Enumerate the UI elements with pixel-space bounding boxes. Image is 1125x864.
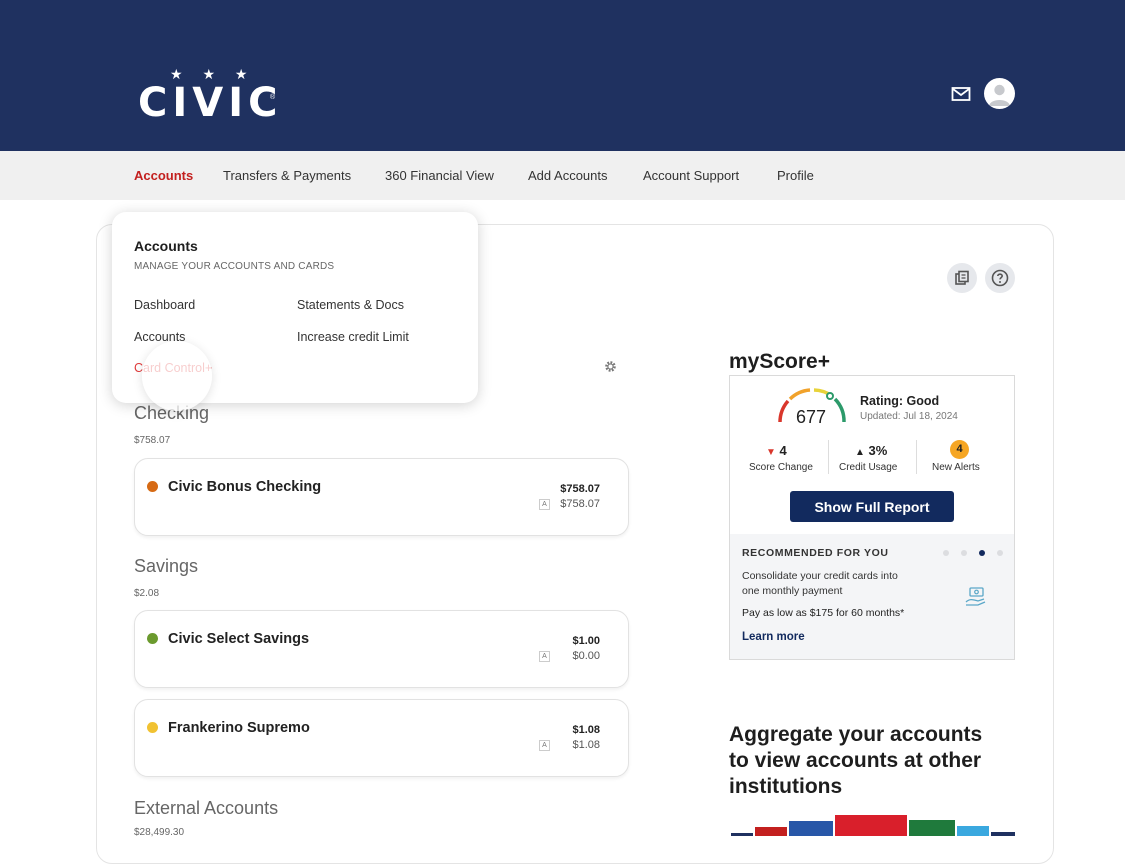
carousel-dots[interactable] [943, 550, 1005, 556]
stat-divider [916, 440, 917, 474]
aggregate-heading: Aggregate your accounts to view accounts… [729, 722, 1029, 800]
show-full-report-button[interactable]: Show Full Report [790, 491, 954, 522]
logo-block [957, 826, 989, 836]
recommended-line-1: Consolidate your credit cards into [742, 570, 898, 582]
account-balance: $1.08 [572, 724, 600, 736]
nav-accounts[interactable]: Accounts [134, 168, 193, 183]
recommended-line-2: one monthly payment [742, 585, 843, 597]
account-card-civic-select-savings[interactable]: Civic Select Savings $1.00 A $0.00 [134, 610, 629, 688]
account-balance: $1.00 [572, 635, 600, 647]
help-icon [991, 269, 1009, 287]
help-button[interactable] [985, 263, 1015, 293]
logo-wordmark: CIVIC [138, 80, 283, 126]
carousel-dot[interactable] [997, 550, 1003, 556]
user-avatar-icon[interactable] [984, 78, 1015, 109]
aggregate-line-2: to view accounts at other [729, 749, 982, 772]
account-color-dot [147, 481, 158, 492]
statements-button[interactable] [947, 263, 977, 293]
money-hand-icon [965, 587, 986, 606]
account-card-civic-bonus-checking[interactable]: Civic Bonus Checking $758.07 A $758.07 [134, 458, 629, 536]
menu-card-control[interactable]: Card Control+ [134, 361, 212, 375]
available-badge: A [539, 651, 550, 662]
carousel-dot[interactable] [943, 550, 949, 556]
account-available: $1.08 [572, 739, 600, 751]
account-name: Civic Select Savings [168, 631, 310, 647]
external-section-title: External Accounts [134, 798, 279, 818]
civic-logo[interactable]: ★ ★ ★ CIVIC ® [138, 66, 278, 126]
checking-total: $758.07 [134, 435, 171, 446]
logo-block [755, 827, 787, 836]
mail-icon[interactable] [951, 86, 971, 102]
arrow-down-icon: ▼ [766, 447, 776, 458]
nav-account-support[interactable]: Account Support [643, 168, 739, 183]
available-badge: A [539, 499, 550, 510]
recommended-offer: Pay as low as $175 for 60 months* [742, 607, 905, 619]
account-available: $0.00 [572, 650, 600, 662]
logo-block [835, 815, 907, 836]
account-available: $758.07 [560, 498, 600, 510]
carousel-dot[interactable] [961, 550, 967, 556]
nav-transfers-payments[interactable]: Transfers & Payments [223, 168, 351, 183]
menu-dashboard[interactable]: Dashboard [134, 298, 195, 312]
available-badge: A [539, 740, 550, 751]
nav-add-accounts[interactable]: Add Accounts [528, 168, 608, 183]
score-change-value: 4 [779, 443, 787, 458]
nav-360-financial-view[interactable]: 360 Financial View [385, 168, 494, 183]
arrow-up-icon: ▲ [855, 447, 865, 458]
credit-usage-label: Credit Usage [839, 462, 898, 473]
checking-section-title: Checking [134, 403, 210, 423]
institution-logos-illustration [731, 814, 1015, 836]
main-nav: Accounts Transfers & Payments 360 Financ… [0, 151, 1125, 200]
savings-section-title: Savings [134, 556, 199, 576]
recommended-heading: RECOMMENDED FOR YOU [742, 547, 889, 559]
myscore-title: myScore+ [729, 350, 830, 373]
dropdown-title: Accounts [134, 238, 198, 254]
aggregate-line-1: Aggregate your accounts [729, 723, 983, 746]
account-balance: $758.07 [560, 483, 600, 495]
score-updated-date: Updated: Jul 18, 2024 [860, 411, 958, 422]
credit-usage-stat: ▲ 3% [855, 443, 887, 458]
score-change-stat: ▼ 4 [766, 443, 787, 458]
credit-rating: Rating: Good [860, 394, 940, 408]
menu-increase-credit-limit[interactable]: Increase credit Limit [297, 330, 409, 344]
settings-gear-icon[interactable] [604, 360, 617, 373]
logo-block [789, 821, 833, 836]
stat-divider [828, 440, 829, 474]
savings-total: $2.08 [134, 588, 160, 599]
learn-more-link[interactable]: Learn more [742, 631, 805, 643]
logo-block [991, 832, 1015, 836]
myscore-card: 677 Rating: Good Updated: Jul 18, 2024 ▼… [729, 375, 1015, 660]
credit-usage-value: 3% [868, 443, 888, 458]
new-alerts-label[interactable]: New Alerts [932, 462, 980, 473]
alerts-count-badge[interactable]: 4 [950, 440, 969, 459]
nav-profile[interactable]: Profile [777, 168, 814, 183]
menu-accounts[interactable]: Accounts [134, 330, 185, 344]
score-change-label: Score Change [749, 462, 813, 473]
menu-statements-docs[interactable]: Statements & Docs [297, 298, 404, 312]
carousel-dot-active[interactable] [979, 550, 985, 556]
credit-score-value: 677 [796, 407, 827, 427]
top-header: ★ ★ ★ CIVIC ® [0, 0, 1125, 151]
logo-registered-mark: ® [270, 94, 276, 101]
dropdown-subtitle: MANAGE YOUR ACCOUNTS AND CARDS [134, 261, 335, 272]
external-total: $28,499.30 [134, 827, 185, 838]
account-color-dot [147, 633, 158, 644]
documents-icon [955, 270, 969, 285]
account-name: Civic Bonus Checking [168, 479, 322, 495]
accounts-dropdown-menu: Accounts MANAGE YOUR ACCOUNTS AND CARDS … [112, 212, 478, 403]
account-name: Frankerino Supremo [168, 720, 310, 736]
logo-block [909, 820, 955, 836]
account-color-dot [147, 722, 158, 733]
account-card-frankerino-supremo[interactable]: Frankerino Supremo $1.08 A $1.08 [134, 699, 629, 777]
recommended-section: RECOMMENDED FOR YOU Consolidate your cre… [730, 534, 1014, 659]
aggregate-line-3: institutions [729, 775, 843, 798]
